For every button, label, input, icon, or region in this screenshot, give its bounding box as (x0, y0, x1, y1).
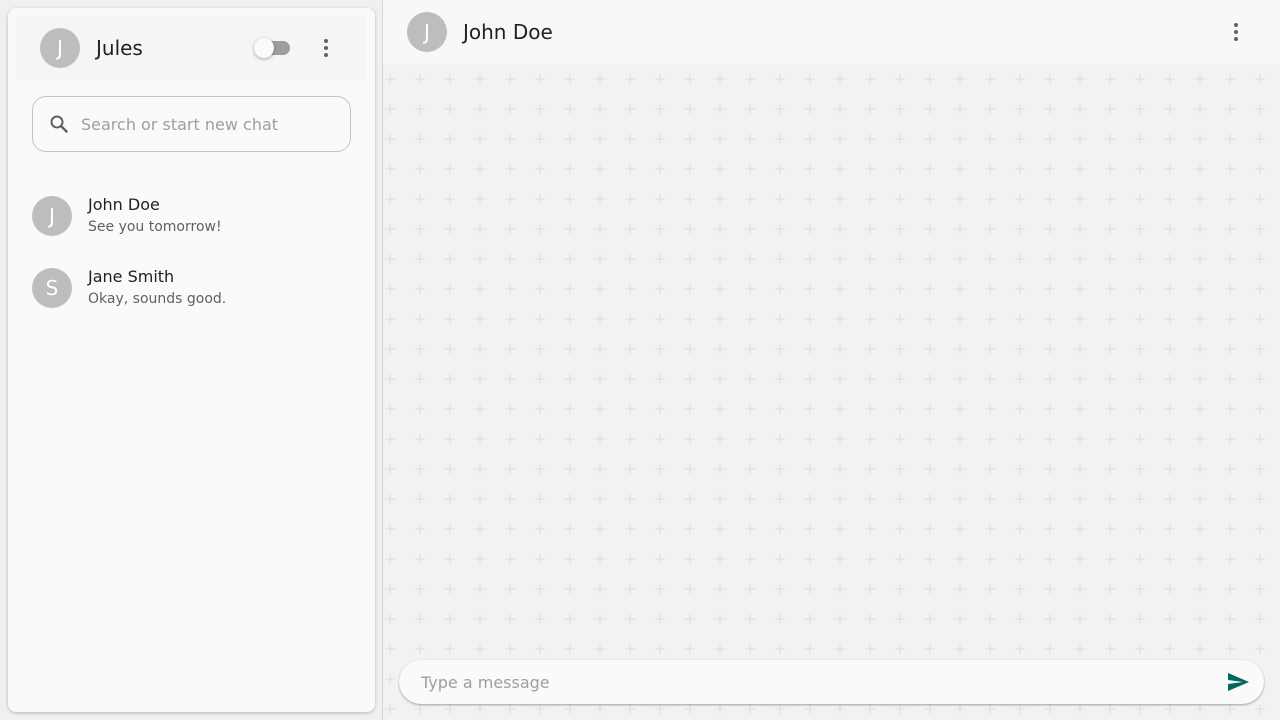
search-box (32, 96, 351, 152)
message-composer (399, 660, 1264, 704)
conversation-menu-button[interactable] (1216, 12, 1256, 52)
contact-avatar-letter: J (424, 20, 430, 44)
send-button[interactable] (1218, 662, 1258, 702)
message-input[interactable] (419, 671, 1218, 693)
chat-preview: Okay, sounds good. (88, 291, 227, 307)
sidebar-container: J Jules Search or start new chat J John … (0, 0, 383, 720)
send-icon (1228, 673, 1249, 691)
search-icon (47, 112, 71, 136)
sidebar: J Jules Search or start new chat J John … (8, 8, 375, 712)
chat-list-item-john-doe[interactable]: J John Doe See you tomorrow! (8, 184, 375, 256)
chat-name: Jane Smith (88, 267, 175, 286)
contact-avatar: S (32, 268, 72, 308)
contact-avatar: J (32, 196, 72, 236)
chat-background-pattern (383, 64, 1280, 720)
search-input[interactable] (79, 113, 329, 135)
contact-avatar-letter: J (49, 204, 55, 228)
user-name: Jules (96, 36, 143, 60)
user-avatar[interactable]: J (40, 28, 80, 68)
more-vert-icon (1234, 23, 1238, 41)
conversation-pane: J John Doe (383, 0, 1280, 720)
sidebar-header: J Jules (16, 16, 366, 80)
more-vert-icon (324, 39, 328, 57)
sidebar-menu-button[interactable] (306, 28, 346, 68)
chat-list: J John Doe See you tomorrow! S Jane Smit… (8, 184, 375, 328)
app: J Jules Search or start new chat J John … (0, 0, 1280, 720)
user-avatar-letter: J (57, 36, 63, 60)
chat-list-item-jane-smith[interactable]: S Jane Smith Okay, sounds good. (8, 256, 375, 328)
chat-text: Jane Smith Okay, sounds good. (88, 266, 226, 310)
contact-avatar[interactable]: J (407, 12, 447, 52)
toggle-thumb (254, 38, 274, 58)
contact-avatar-letter: S (45, 276, 59, 300)
theme-toggle[interactable] (254, 36, 294, 60)
chat-preview: See you tomorrow! (88, 219, 222, 235)
conversation-header: J John Doe (383, 0, 1280, 64)
chat-name: John Doe (88, 195, 160, 214)
contact-name: John Doe (463, 20, 553, 44)
chat-text: John Doe See you tomorrow! (88, 194, 222, 238)
